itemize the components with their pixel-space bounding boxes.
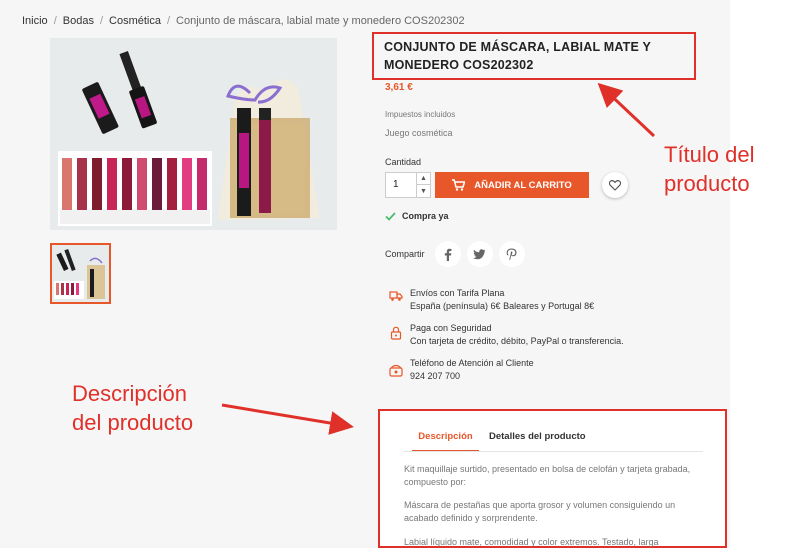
reassurance-shipping-text: España (península) 6€ Baleares y Portuga…	[410, 301, 595, 311]
lock-icon	[390, 326, 402, 340]
reassurance-shipping: Envíos con Tarifa Plana España (penínsul…	[389, 287, 594, 313]
heart-icon	[609, 179, 621, 191]
add-to-cart-button[interactable]: AÑADIR AL CARRITO	[435, 172, 589, 198]
description-line: compuesto por:	[404, 477, 467, 487]
description-paragraph-2: Máscara de pestañas que aporta grosor y …	[404, 499, 714, 525]
thumbnail-photo	[52, 245, 109, 302]
phone-icon	[389, 364, 403, 377]
annotation-title-note: Título del producto	[664, 140, 755, 198]
short-description: Juego cosmética	[385, 128, 453, 138]
reassurance-phone-title: Teléfono de Atención al Cliente	[410, 358, 534, 368]
quantity-stepper[interactable]: 1 ▲ ▼	[385, 172, 431, 198]
product-price: 3,61 €	[385, 82, 413, 93]
product-title-line1: CONJUNTO DE MÁSCARA, LABIAL MATE Y	[384, 40, 651, 54]
tab-product-details[interactable]: Detalles del producto	[489, 431, 586, 442]
wishlist-button[interactable]	[602, 172, 628, 198]
annotation-description-line2: del producto	[72, 410, 194, 435]
add-to-cart-label: AÑADIR AL CARRITO	[474, 179, 572, 191]
breadcrumb-current: Conjunto de máscara, labial mate y moned…	[176, 15, 465, 27]
facebook-share-button[interactable]	[434, 241, 461, 267]
breadcrumb-bodas-link[interactable]: Bodas	[63, 15, 94, 27]
product-thumbnail[interactable]	[50, 243, 111, 304]
description-line: acabado definido y sorprendente.	[404, 513, 538, 523]
reassurance-payment-title: Paga con Seguridad	[410, 323, 492, 333]
description-line: Máscara de pestañas que aporta grosor y …	[404, 500, 676, 510]
product-main-image[interactable]	[50, 38, 337, 230]
annotation-title-line2: producto	[664, 171, 750, 196]
availability-status: Compra ya	[385, 211, 449, 221]
annotation-title-line1: Título del	[664, 142, 755, 167]
share-bar: Compartir	[385, 241, 525, 267]
description-line: Kit maquillaje surtido, presentado en bo…	[404, 464, 691, 474]
facebook-icon	[444, 248, 451, 261]
reassurance-phone-number: 924 207 700	[410, 371, 461, 381]
breadcrumb: Inicio / Bodas / Cosmética / Conjunto de másca…	[22, 15, 465, 27]
breadcrumb-home-link[interactable]: Inicio	[22, 15, 48, 27]
quantity-decrease-icon[interactable]: ▼	[417, 185, 430, 197]
breadcrumb-separator: /	[53, 15, 57, 27]
truck-icon	[389, 291, 403, 301]
annotation-description-line1: Descripción	[72, 381, 187, 406]
tax-note: Impuestos incluidos	[385, 110, 456, 119]
quantity-input[interactable]: 1	[393, 179, 399, 190]
breadcrumb-separator: /	[166, 15, 171, 27]
description-paragraph-1: Kit maquillaje surtido, presentado en bo…	[404, 463, 714, 489]
product-photo	[50, 38, 337, 230]
twitter-icon	[473, 248, 486, 259]
twitter-share-button[interactable]	[466, 241, 493, 267]
tab-divider	[403, 451, 703, 452]
reassurance-phone: Teléfono de Atención al Cliente 924 207 …	[389, 357, 534, 383]
quantity-label: Cantidad	[385, 157, 422, 167]
breadcrumb-separator: /	[99, 15, 104, 27]
description-line: Labial líquido mate, comodidad y color e…	[404, 537, 659, 547]
reassurance-shipping-title: Envíos con Tarifa Plana	[410, 288, 505, 298]
product-title-line2: MONEDERO COS202302	[384, 58, 534, 72]
annotation-description-note: Descripción del producto	[72, 379, 193, 437]
quantity-arrows: ▲ ▼	[416, 173, 430, 197]
pinterest-share-button[interactable]	[498, 241, 525, 267]
quantity-increase-icon[interactable]: ▲	[417, 173, 430, 185]
share-label: Compartir	[385, 249, 425, 259]
product-page: Inicio / Bodas / Cosmética / Conjunto de másca…	[0, 0, 730, 548]
tab-description[interactable]: Descripción	[412, 431, 479, 452]
breadcrumb-cosmetica-link[interactable]: Cosmética	[109, 15, 161, 27]
product-title: CONJUNTO DE MÁSCARA, LABIAL MATE Y MONED…	[384, 38, 694, 74]
pinterest-icon	[506, 248, 517, 260]
reassurance-payment-text: Con tarjeta de crédito, débito, PayPal o…	[410, 336, 624, 346]
description-paragraph-3: Labial líquido mate, comodidad y color e…	[404, 536, 714, 548]
checkmark-icon	[385, 211, 396, 221]
reassurance-payment: Paga con Seguridad Con tarjeta de crédit…	[389, 322, 624, 348]
shopping-cart-icon	[452, 179, 466, 191]
availability-label: Compra ya	[402, 211, 449, 221]
